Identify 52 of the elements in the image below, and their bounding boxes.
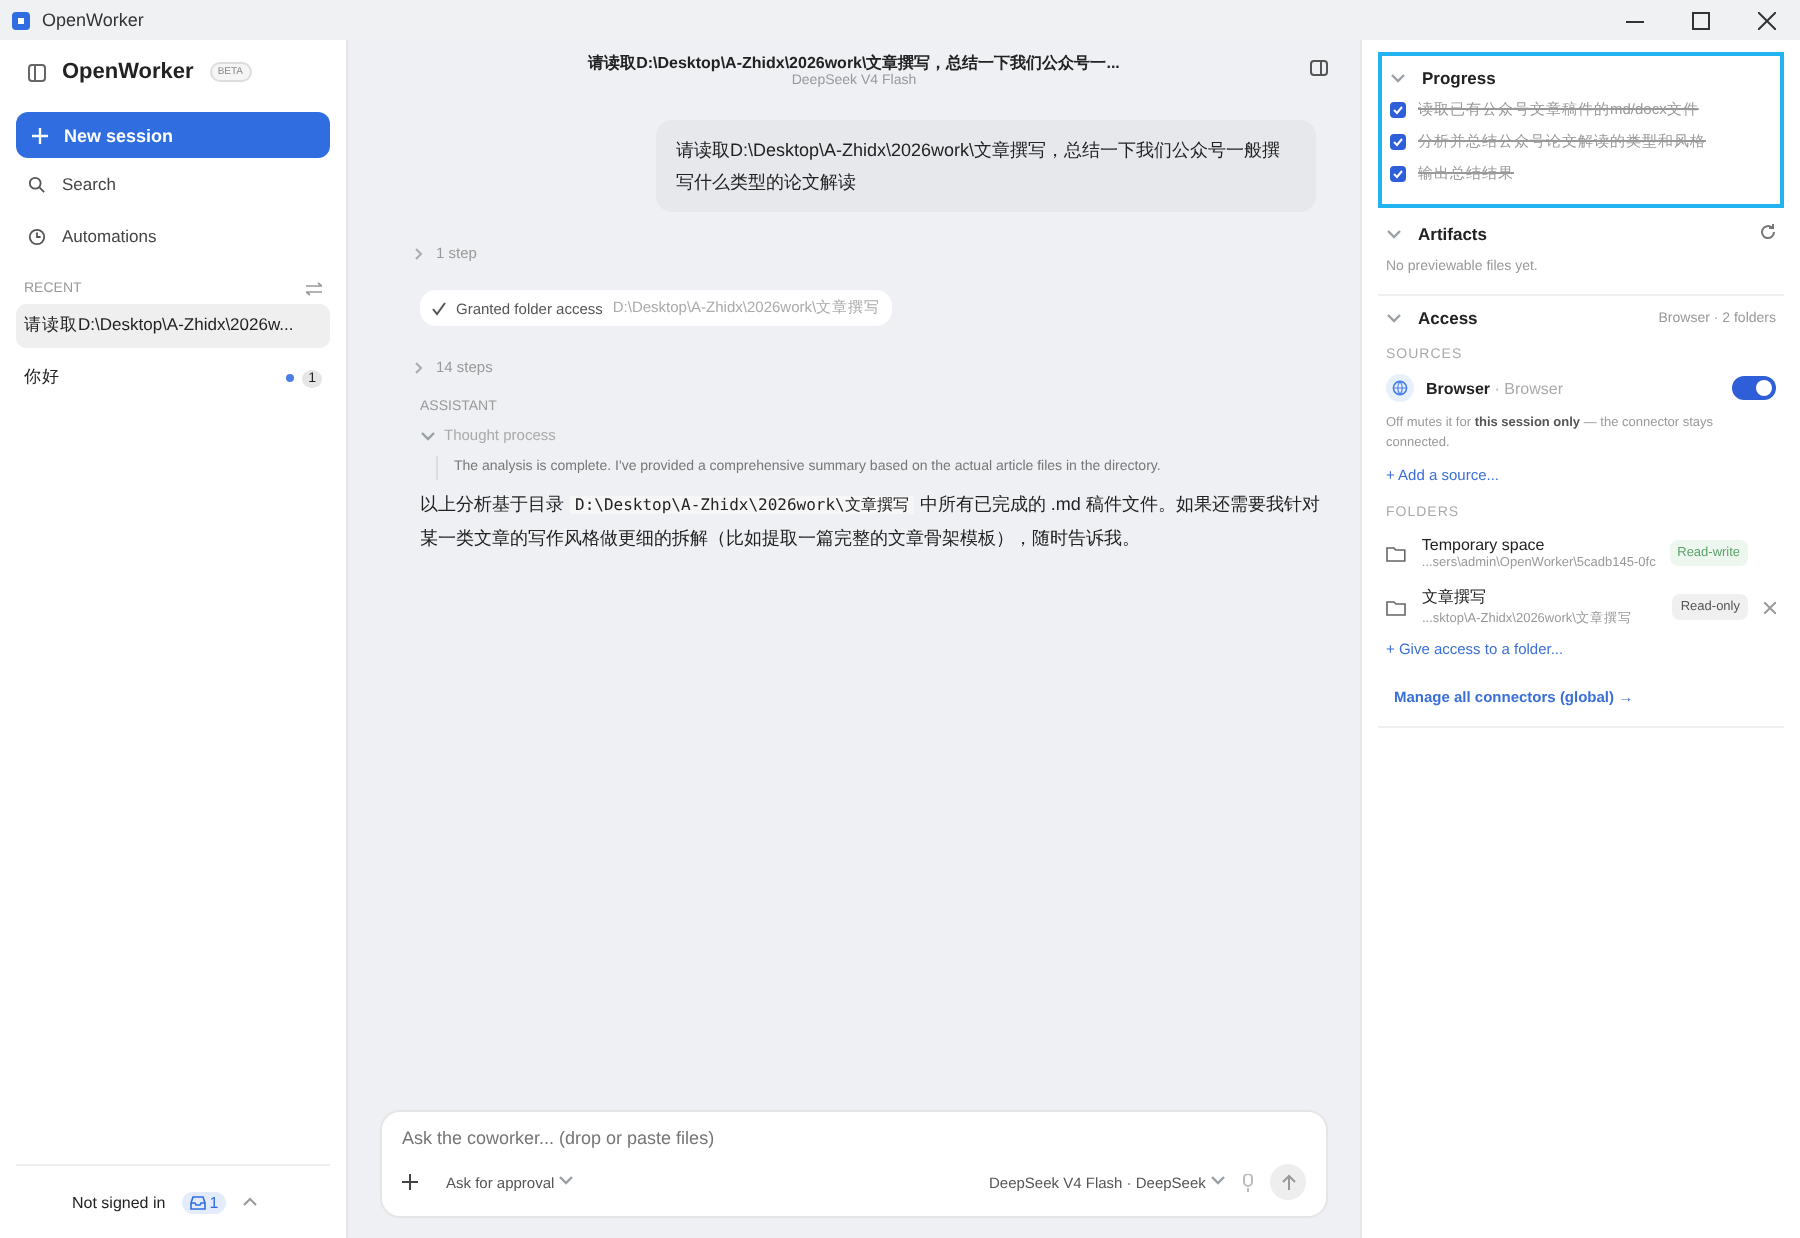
account-status: Not signed in [72, 1193, 166, 1211]
chevron-icon [420, 427, 436, 443]
folder-icon [1386, 599, 1406, 615]
search-icon [28, 175, 46, 193]
user-message: 请读取D:\Desktop\A-Zhidx\2026work\文章撰写，总结一下我们公众号一般撰写什么类型的论文解读 [656, 120, 1316, 212]
assistant-message: 以上分析基于目录 D:\Desktop\A-Zhidx\2026work\文章撰写 中所有已完成的 .md 稿件文件。如果还需要我针对某一类文章的写作风格做更细的拆解（比如提取一篇完整的文章骨架模板），随时告诉我。 [418, 492, 1322, 552]
source-toggle[interactable] [1732, 376, 1776, 400]
nav-item[interactable]: Automations [16, 210, 330, 262]
folder-name: 文章撰写 [1422, 586, 1488, 608]
inbox-badge[interactable]: 1 [181, 1191, 227, 1213]
folder-name: Temporary space [1421, 536, 1547, 554]
section-title: Progress [1422, 68, 1496, 88]
panel-toggle-icon[interactable] [1310, 60, 1328, 76]
sort-icon[interactable] [306, 282, 322, 296]
close-icon[interactable] [1758, 11, 1776, 29]
chat-title: 请读取D:\Desktop\A-Zhidx\2026work\文章撰写，总结一下我们公众号一... [588, 52, 1120, 73]
inbox-icon [189, 1195, 206, 1209]
maximize-icon[interactable] [1692, 11, 1710, 29]
nav-item[interactable]: Search [16, 158, 330, 210]
check-icon [432, 301, 446, 315]
task-checkbox[interactable] [1390, 134, 1406, 150]
plus-icon [32, 127, 48, 143]
chevron-up-icon[interactable] [242, 1194, 259, 1210]
clock-icon [28, 227, 46, 245]
session-title: 请读取D:\Desktop\A-Zhidx\2026w... [24, 314, 294, 338]
new-session-button[interactable]: New session [16, 112, 330, 158]
globe-icon [1386, 374, 1414, 402]
refresh-icon[interactable] [1760, 224, 1776, 240]
session-title: 你好 [24, 366, 60, 390]
sidebar-toggle-icon[interactable] [28, 63, 46, 81]
unread-dot-icon [286, 374, 295, 382]
caret-icon [558, 1172, 575, 1188]
chevron-icon [1386, 310, 1402, 326]
app-logo-icon [12, 11, 30, 29]
source-name: Browser · Browser [1426, 379, 1563, 397]
send-button[interactable] [1270, 1164, 1306, 1200]
caret-icon [1210, 1172, 1226, 1188]
task-checkbox[interactable] [1390, 102, 1406, 118]
message-input[interactable]: Ask the coworker... (drop or paste files) [402, 1128, 1306, 1148]
task-checkbox[interactable] [1390, 166, 1406, 182]
chevron-icon [412, 359, 424, 375]
folder-icon [1386, 545, 1406, 561]
arrow-up-icon [1281, 1174, 1295, 1190]
chevron-icon [1390, 70, 1406, 86]
session-item[interactable]: 请读取D:\Desktop\A-Zhidx\2026w... [16, 304, 330, 348]
app-name: OpenWorker [62, 60, 194, 84]
add-icon[interactable] [402, 1174, 418, 1190]
section-title: Access [1418, 308, 1478, 328]
section-title: Artifacts [1418, 224, 1487, 244]
chevron-icon [1386, 226, 1402, 242]
chevron-icon [412, 245, 424, 261]
window-title: OpenWorker [42, 10, 144, 30]
